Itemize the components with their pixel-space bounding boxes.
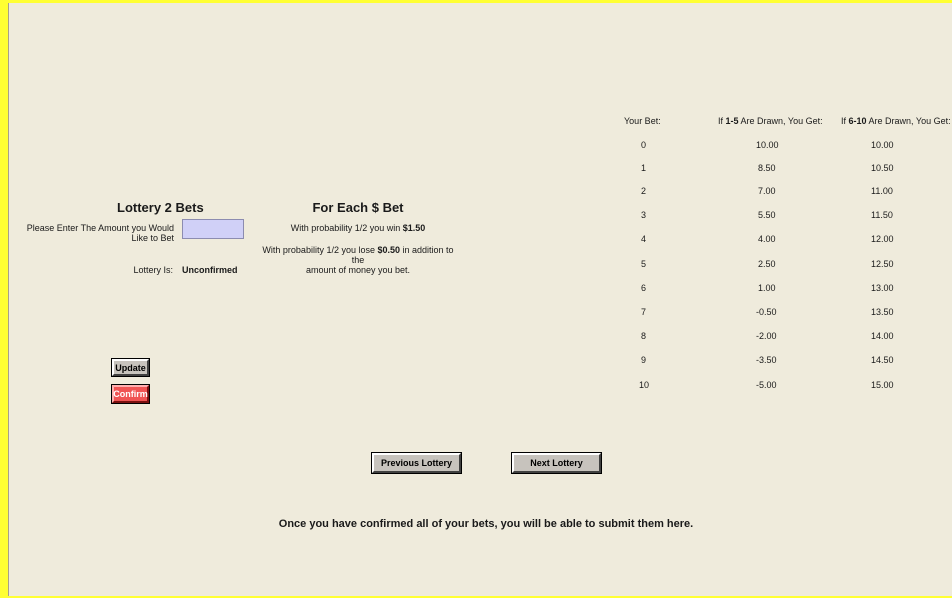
- row-5-low: 2.50: [758, 259, 776, 269]
- header-your-bet: Your Bet:: [624, 116, 661, 126]
- next-lottery-button[interactable]: Next Lottery: [511, 452, 602, 474]
- header-low-range: 1-5: [725, 116, 739, 126]
- row-4-low: 4.00: [758, 234, 776, 244]
- row-1-high: 10.50: [871, 163, 894, 173]
- odds-lose-text: With probability 1/2 you lose $0.50 in a…: [255, 245, 461, 275]
- row-0-low: 10.00: [756, 140, 779, 150]
- row-2-bet: 2: [641, 186, 647, 196]
- row-3-low: 5.50: [758, 210, 776, 220]
- amount-prompt-line1: Please Enter The Amount you Would: [26, 223, 174, 233]
- row-8-low: -2.00: [756, 331, 777, 341]
- row-4-high: 12.00: [871, 234, 894, 244]
- odds-win-text: With probability 1/2 you win $1.50: [258, 223, 458, 233]
- row-8-bet: 8: [641, 331, 647, 341]
- lottery-status-label: Lottery Is:: [133, 265, 173, 275]
- window-frame-left: [0, 0, 8, 598]
- header-low-draw: If 1-5 Are Drawn, You Get:: [718, 116, 823, 126]
- odds-win-amount: $1.50: [402, 223, 426, 233]
- odds-lose-line2: amount of money you bet.: [305, 265, 411, 275]
- header-high-draw: If 6-10 Are Drawn, You Get:: [841, 116, 951, 126]
- row-9-high: 14.50: [871, 355, 894, 365]
- row-6-high: 13.00: [871, 283, 894, 293]
- previous-lottery-button[interactable]: Previous Lottery: [371, 452, 462, 474]
- header-low-suffix: Are Drawn, You Get:: [738, 116, 823, 126]
- odds-lose-amount: $0.50: [377, 245, 401, 255]
- row-6-low: 1.00: [758, 283, 776, 293]
- submit-message: Once you have confirmed all of your bets…: [278, 518, 694, 530]
- row-10-bet: 10: [639, 380, 650, 390]
- row-1-low: 8.50: [758, 163, 776, 173]
- header-high-suffix: Are Drawn, You Get:: [866, 116, 951, 126]
- row-1-bet: 1: [641, 163, 647, 173]
- row-2-low: 7.00: [758, 186, 776, 196]
- bet-amount-input[interactable]: [182, 219, 244, 239]
- row-10-high: 15.00: [871, 380, 894, 390]
- window-frame-top: [0, 0, 952, 3]
- row-0-bet: 0: [641, 140, 647, 150]
- row-10-low: -5.00: [756, 380, 777, 390]
- row-9-bet: 9: [641, 355, 647, 365]
- odds-win-prefix: With probability 1/2 you win: [290, 223, 403, 233]
- update-button[interactable]: Update: [111, 358, 150, 377]
- row-5-high: 12.50: [871, 259, 894, 269]
- row-7-bet: 7: [641, 307, 647, 317]
- row-8-high: 14.00: [871, 331, 894, 341]
- row-6-bet: 6: [641, 283, 647, 293]
- lottery-title: Lottery 2 Bets: [117, 200, 204, 215]
- row-3-high: 11.50: [871, 210, 893, 220]
- row-9-low: -3.50: [756, 355, 777, 365]
- row-4-bet: 4: [641, 234, 647, 244]
- header-low-prefix: If: [718, 116, 726, 126]
- row-2-high: 11.00: [871, 186, 893, 196]
- row-3-bet: 3: [641, 210, 647, 220]
- header-high-range: 6-10: [848, 116, 867, 126]
- lottery-status-value: Unconfirmed: [182, 265, 238, 275]
- odds-lose-prefix: With probability 1/2 you lose: [262, 245, 378, 255]
- row-0-high: 10.00: [871, 140, 894, 150]
- odds-title: For Each $ Bet: [312, 200, 404, 215]
- row-7-low: -0.50: [756, 307, 777, 317]
- amount-prompt-line2: Like to Bet: [131, 233, 174, 243]
- row-7-high: 13.50: [871, 307, 894, 317]
- row-5-bet: 5: [641, 259, 647, 269]
- window-divider: [8, 3, 9, 598]
- header-high-prefix: If: [841, 116, 849, 126]
- confirm-button[interactable]: Confirm: [111, 384, 150, 404]
- amount-prompt: Please Enter The Amount you Would Like t…: [14, 223, 174, 243]
